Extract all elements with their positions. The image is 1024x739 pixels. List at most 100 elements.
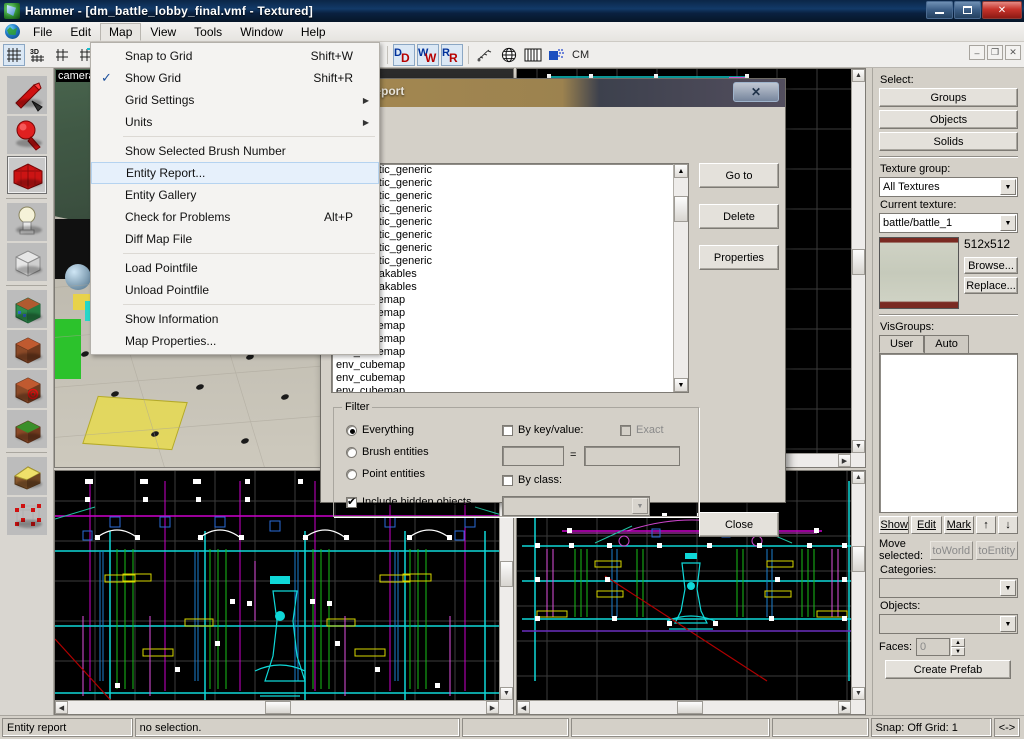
- scroll-up-arrow[interactable]: ▲: [674, 164, 688, 178]
- tool-overlay[interactable]: [7, 370, 47, 408]
- tab-auto[interactable]: Auto: [924, 335, 969, 353]
- mdi-minimize-button[interactable]: –: [969, 45, 985, 60]
- menuitem-diff-map-file[interactable]: Diff Map File: [91, 228, 379, 250]
- 3d-grid-icon[interactable]: 3D: [27, 44, 49, 66]
- list-item[interactable]: prop_static_generic: [332, 255, 688, 268]
- menu-window[interactable]: Window: [231, 23, 292, 41]
- dialog-close-button[interactable]: ✕: [733, 82, 779, 102]
- run-map-icon[interactable]: [474, 44, 496, 66]
- menuitem-entity-report[interactable]: Entity Report...: [91, 162, 379, 184]
- scroll-down-arrow[interactable]: ▼: [852, 440, 865, 453]
- texture-preview[interactable]: [879, 237, 959, 309]
- move-to-entity-button[interactable]: toEntity: [976, 541, 1019, 560]
- scroll-up-arrow[interactable]: ▲: [852, 69, 865, 82]
- tool-clipping[interactable]: [7, 457, 47, 495]
- menu-tools[interactable]: Tools: [185, 23, 231, 41]
- key-input[interactable]: [502, 446, 564, 466]
- menuitem-entity-gallery[interactable]: Entity Gallery: [91, 184, 379, 206]
- scroll-right-arrow[interactable]: ▶: [838, 701, 851, 714]
- menuitem-load-pointfile[interactable]: Load Pointfile: [91, 257, 379, 279]
- radio-brush-entities[interactable]: Brush entities: [346, 446, 429, 458]
- mdi-close-button[interactable]: ✕: [1005, 45, 1021, 60]
- visgroup-edit-button[interactable]: Edit: [911, 516, 941, 534]
- cordon-mode-label[interactable]: CM: [569, 49, 592, 61]
- grid-toggle-icon[interactable]: [3, 44, 25, 66]
- menuitem-show-selected-brush-number[interactable]: Show Selected Brush Number: [91, 140, 379, 162]
- scroll-thumb[interactable]: [852, 546, 865, 572]
- scroll-thumb[interactable]: [852, 249, 865, 275]
- menu-help[interactable]: Help: [292, 23, 335, 41]
- tool-entity[interactable]: [7, 203, 47, 241]
- list-item[interactable]: env_cubemap: [332, 294, 688, 307]
- list-item[interactable]: prop_static_generic: [332, 164, 688, 177]
- texture-replace-button[interactable]: Replace...: [964, 277, 1018, 294]
- mdi-restore-button[interactable]: ❐: [987, 45, 1003, 60]
- toggle-displacement-icon[interactable]: D D: [393, 44, 415, 66]
- radio-point-entities[interactable]: Point entities: [346, 468, 425, 480]
- menu-view[interactable]: View: [141, 23, 185, 41]
- menuitem-units[interactable]: Units ▶: [91, 111, 379, 133]
- move-to-world-button[interactable]: toWorld: [930, 541, 973, 560]
- viewport-side-vscrollbar[interactable]: ▲ ▼: [851, 471, 865, 700]
- chevron-down-icon[interactable]: ▼: [1000, 580, 1016, 596]
- window-close-button[interactable]: ✕: [982, 1, 1022, 19]
- chevron-down-icon[interactable]: ▼: [1000, 179, 1016, 195]
- list-item[interactable]: prop_static_generic: [332, 216, 688, 229]
- visgroups-list[interactable]: [879, 353, 1018, 513]
- checkbox-by-keyvalue[interactable]: By key/value:: [502, 424, 583, 436]
- properties-button[interactable]: Properties: [699, 245, 779, 270]
- visgroup-mark-button[interactable]: Mark: [944, 516, 974, 534]
- viewport-top-vscrollbar[interactable]: ▲ ▼: [851, 69, 865, 453]
- list-item[interactable]: env_cubemap: [332, 359, 688, 372]
- scroll-right-arrow[interactable]: ▶: [838, 454, 851, 467]
- menu-edit[interactable]: Edit: [61, 23, 100, 41]
- list-item[interactable]: prop_static_generic: [332, 203, 688, 216]
- toggle-world-icon[interactable]: W W: [417, 44, 439, 66]
- faces-input[interactable]: 0: [916, 638, 950, 656]
- menu-map[interactable]: Map: [100, 23, 141, 41]
- list-item[interactable]: env_cubemap: [332, 346, 688, 359]
- tool-camera[interactable]: [7, 156, 47, 194]
- menuitem-show-information[interactable]: Show Information: [91, 308, 379, 330]
- visgroup-show-button[interactable]: Show: [879, 516, 909, 534]
- window-maximize-button[interactable]: [954, 1, 981, 19]
- list-item[interactable]: env_cubemap: [332, 307, 688, 320]
- checkbox-include-hidden[interactable]: Include hidden objects: [346, 496, 471, 508]
- tool-block[interactable]: [7, 243, 47, 281]
- class-combobox[interactable]: ▼: [502, 496, 650, 516]
- scroll-right-arrow[interactable]: ▶: [486, 701, 499, 714]
- tool-vertex[interactable]: [7, 497, 47, 535]
- menuitem-map-properties[interactable]: Map Properties...: [91, 330, 379, 352]
- stepper-down-icon[interactable]: ▼: [951, 647, 965, 656]
- close-button[interactable]: Close: [699, 512, 779, 537]
- scroll-left-arrow[interactable]: ◀: [517, 701, 530, 714]
- checkbox-by-class[interactable]: By class:: [502, 474, 562, 486]
- list-item[interactable]: prop_static_generic: [332, 229, 688, 242]
- toggle-radius-icon[interactable]: R R: [441, 44, 463, 66]
- menuitem-unload-pointfile[interactable]: Unload Pointfile: [91, 279, 379, 301]
- stepper-up-icon[interactable]: ▲: [951, 638, 965, 647]
- select-groups-button[interactable]: Groups: [879, 88, 1018, 107]
- tab-user[interactable]: User: [879, 335, 924, 353]
- menuitem-snap-to-grid[interactable]: Snap to Grid Shift+W: [91, 45, 379, 67]
- scroll-thumb[interactable]: [500, 561, 513, 587]
- scroll-thumb[interactable]: [265, 701, 291, 714]
- tool-texture[interactable]: [7, 290, 47, 328]
- entity-list-scrollbar[interactable]: ▲ ▼: [673, 164, 688, 392]
- goto-button[interactable]: Go to: [699, 163, 779, 188]
- chevron-down-icon[interactable]: ▼: [632, 498, 648, 514]
- texture-browse-button[interactable]: Browse...: [964, 257, 1018, 274]
- value-input[interactable]: [584, 446, 680, 466]
- scroll-thumb[interactable]: [674, 196, 688, 222]
- menuitem-grid-settings[interactable]: Grid Settings ▶: [91, 89, 379, 111]
- create-prefab-button[interactable]: Create Prefab: [885, 660, 1011, 679]
- checkbox-exact[interactable]: Exact: [620, 424, 664, 436]
- globe-icon[interactable]: [498, 44, 520, 66]
- categories-combobox[interactable]: ▼: [879, 578, 1018, 598]
- list-item[interactable]: env_cubemap: [332, 385, 688, 393]
- radio-everything[interactable]: Everything: [346, 424, 414, 436]
- list-item[interactable]: prop_static_generic: [332, 177, 688, 190]
- grid-smaller-icon[interactable]: [51, 44, 73, 66]
- scroll-down-arrow[interactable]: ▼: [500, 687, 513, 700]
- chevron-down-icon[interactable]: ▼: [1000, 215, 1016, 231]
